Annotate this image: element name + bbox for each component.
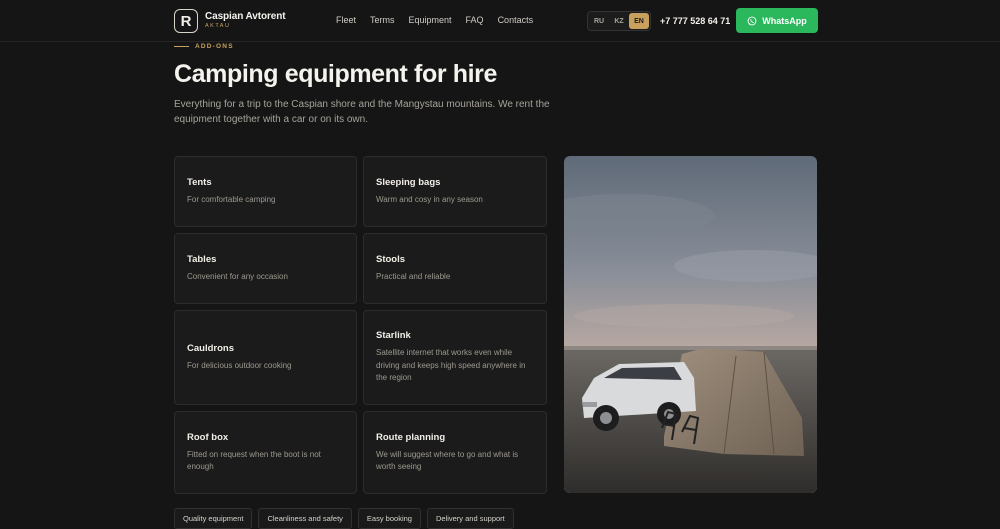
tag-cleanliness: Cleanliness and safety <box>258 508 352 529</box>
card-description: Practical and reliable <box>376 271 451 281</box>
page-title: Camping equipment for hire <box>174 60 497 88</box>
whatsapp-icon <box>747 16 757 25</box>
card-description: For delicious outdoor cooking <box>187 360 292 370</box>
card-title: Tents <box>187 176 212 188</box>
card-description: We will suggest where to go and what is … <box>376 449 519 472</box>
eyebrow-text: ADD-ONS <box>195 43 234 50</box>
section-lead: Everything for a trip to the Caspian sho… <box>174 99 550 125</box>
card-title: Sleeping bags <box>376 176 441 188</box>
brand-city: AKTAU <box>205 23 231 30</box>
tag-delivery: Delivery and support <box>426 508 514 529</box>
card-description: For comfortable camping <box>187 194 276 204</box>
card-description: Warm and cosy in any season <box>376 194 483 204</box>
brand-name: Caspian Avtorent <box>205 11 286 23</box>
phone-link[interactable]: +7 777 528 64 71 <box>660 16 730 26</box>
logo-text: Caspian Avtorent AKTAU <box>205 11 286 30</box>
card-tables: Tables Convenient for any occasion <box>174 233 357 304</box>
card-title: Starlink <box>376 330 411 342</box>
card-stools: Stools Practical and reliable <box>363 233 547 304</box>
card-sleeping-bags: Sleeping bags Warm and cosy in any seaso… <box>363 156 547 227</box>
tag-booking: Easy booking <box>357 508 421 529</box>
card-title: Roof box <box>187 431 229 443</box>
logo-icon: R <box>174 9 198 33</box>
card-title: Cauldrons <box>187 342 234 354</box>
whatsapp-button[interactable]: WhatsApp <box>736 8 818 33</box>
card-starlink: Starlink Satellite internet that works e… <box>363 310 547 405</box>
card-cauldrons: Cauldrons For delicious outdoor cooking <box>174 310 357 405</box>
camping-photo <box>564 156 817 493</box>
site-header: R Caspian Avtorent AKTAU Fleet Terms Equ… <box>0 0 1000 42</box>
card-description: Fitted on request when the boot is not e… <box>187 449 321 472</box>
card-description: Convenient for any occasion <box>187 271 288 281</box>
tag-quality: Quality equipment <box>174 508 253 529</box>
card-tents: Tents For comfortable camping <box>174 156 357 227</box>
lang-en[interactable]: EN <box>629 13 649 29</box>
language-switcher: RU KZ EN <box>587 11 651 31</box>
nav-terms[interactable]: Terms <box>370 15 395 25</box>
nav-contacts[interactable]: Contacts <box>498 15 534 25</box>
photo-icon <box>564 156 817 493</box>
nav-faq[interactable]: FAQ <box>466 15 484 25</box>
card-title: Stools <box>376 253 406 265</box>
card-description: Satellite internet that works even while… <box>376 348 526 383</box>
whatsapp-label: WhatsApp <box>762 15 807 26</box>
card-title: Route planning <box>376 431 446 443</box>
card-roof-box: Roof box Fitted on request when the boot… <box>174 411 357 494</box>
eyebrow-line <box>174 46 189 47</box>
card-title: Tables <box>187 253 217 265</box>
lang-ru[interactable]: RU <box>589 13 609 29</box>
brand-logo[interactable]: R Caspian Avtorent AKTAU <box>174 9 286 33</box>
main-nav: Fleet Terms Equipment FAQ Contacts <box>336 15 533 25</box>
card-route-planning: Route planning We will suggest where to … <box>363 411 547 494</box>
section-eyebrow: ADD-ONS <box>174 43 234 50</box>
lang-kz[interactable]: KZ <box>609 13 629 29</box>
nav-fleet[interactable]: Fleet <box>336 15 356 25</box>
nav-equipment[interactable]: Equipment <box>409 15 452 25</box>
feature-tags: Quality equipment Cleanliness and safety… <box>174 508 514 529</box>
